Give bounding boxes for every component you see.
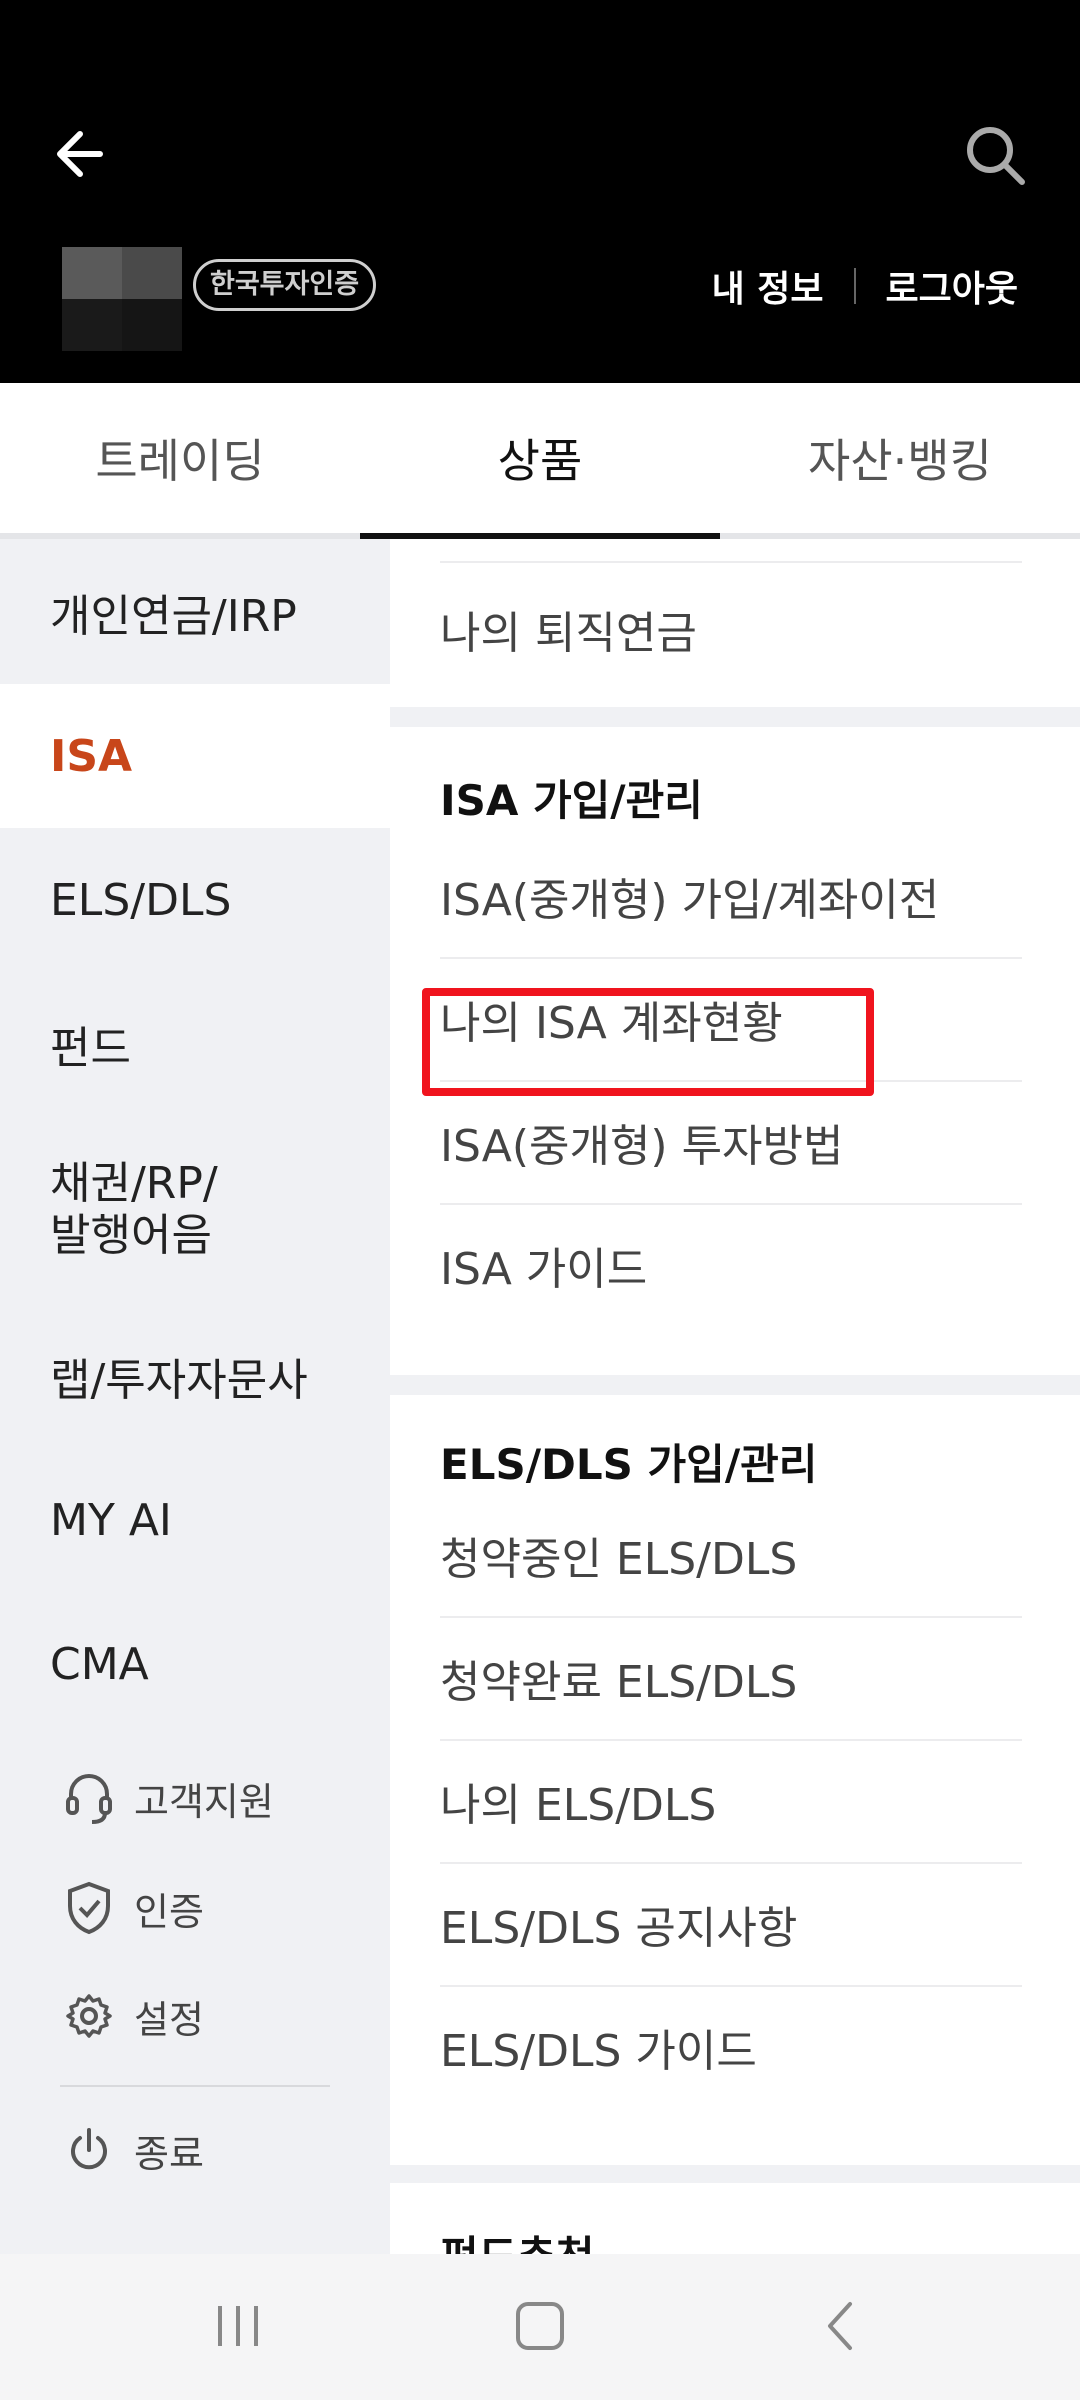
- nav-item-my-ai[interactable]: MY AI: [0, 1448, 390, 1592]
- utility-divider: [60, 2085, 330, 2087]
- menu-content: 나의 퇴직연금 ISA 가입/관리 ISA(중개형) 가입/계좌이전 나의 IS…: [390, 539, 1080, 2254]
- els-subscribing-link[interactable]: 청약중인 ELS/DLS: [440, 1493, 1022, 1618]
- isa-invest-method-link[interactable]: ISA(중개형) 투자방법: [440, 1080, 1022, 1205]
- nav-item-wrap-advisory[interactable]: 랩/투자자문사: [0, 1304, 390, 1448]
- system-nav-bar: [0, 2254, 1080, 2400]
- fund-section-title: 펀드추천: [440, 2223, 595, 2254]
- nav-item-cma[interactable]: CMA: [0, 1592, 390, 1736]
- avatar: [62, 247, 182, 351]
- settings-button[interactable]: 설정: [64, 1988, 204, 2044]
- cert-badge: 한국투자인증: [193, 259, 377, 311]
- my-info-link[interactable]: 내 정보: [712, 260, 824, 312]
- my-isa-account-link[interactable]: 나의 ISA 계좌현황: [440, 957, 1022, 1082]
- isa-guide-link[interactable]: ISA 가이드: [440, 1203, 1022, 1326]
- header-divider: [853, 268, 856, 304]
- recent-apps-icon[interactable]: [178, 2276, 298, 2376]
- main-tabs: 트레이딩 상품 자산·뱅킹: [0, 383, 1080, 539]
- isa-join-transfer-link[interactable]: ISA(중개형) 가입/계좌이전: [440, 834, 1022, 959]
- power-icon: [71, 2128, 107, 2170]
- exit-label: 종료: [134, 2131, 204, 2176]
- els-notice-link[interactable]: ELS/DLS 공지사항: [440, 1862, 1022, 1987]
- my-retirement-pension-link[interactable]: 나의 퇴직연금: [440, 579, 1022, 679]
- isa-card: ISA 가입/관리 ISA(중개형) 가입/계좌이전 나의 ISA 계좌현황 I…: [390, 727, 1080, 1375]
- tab-trading[interactable]: 트레이딩: [0, 383, 360, 533]
- tab-assets-banking[interactable]: 자산·뱅킹: [720, 383, 1080, 533]
- els-guide-link[interactable]: ELS/DLS 가이드: [440, 1985, 1022, 2108]
- support-button[interactable]: 고객지원: [64, 1770, 274, 1826]
- settings-label: 설정: [134, 1997, 204, 2042]
- row-divider: [440, 561, 1022, 563]
- gear-icon: [66, 1994, 112, 2038]
- search-icon[interactable]: [956, 116, 1036, 196]
- headset-icon: [66, 1774, 112, 1824]
- shield-check-icon: [68, 1881, 110, 1935]
- tab-products[interactable]: 상품: [360, 383, 720, 539]
- exit-button[interactable]: 종료: [64, 2122, 204, 2178]
- nav-item-els-dls[interactable]: ELS/DLS: [0, 828, 390, 972]
- back-arrow-icon[interactable]: [48, 118, 120, 190]
- els-section-title: ELS/DLS 가입/관리: [440, 1440, 818, 1489]
- nav-item-fund[interactable]: 펀드: [0, 972, 390, 1116]
- nav-item-bond-rp[interactable]: 채권/RP/ 발행어음: [0, 1116, 390, 1304]
- auth-label: 인증: [134, 1889, 204, 1934]
- nav-item-pension-irp[interactable]: 개인연금/IRP: [0, 539, 390, 684]
- pension-card: 나의 퇴직연금: [390, 539, 1080, 707]
- auth-button[interactable]: 인증: [64, 1880, 204, 1936]
- my-els-link[interactable]: 나의 ELS/DLS: [440, 1739, 1022, 1864]
- support-label: 고객지원: [134, 1779, 274, 1824]
- els-card: ELS/DLS 가입/관리 청약중인 ELS/DLS 청약완료 ELS/DLS …: [390, 1395, 1080, 2165]
- isa-section-title: ISA 가입/관리: [440, 776, 703, 825]
- app-header: 한국투자인증 내 정보 로그아웃: [0, 0, 1080, 383]
- back-icon[interactable]: [782, 2276, 902, 2376]
- home-icon[interactable]: [480, 2276, 600, 2376]
- els-subscribed-link[interactable]: 청약완료 ELS/DLS: [440, 1616, 1022, 1741]
- logout-link[interactable]: 로그아웃: [886, 260, 1018, 312]
- nav-item-isa[interactable]: ISA: [0, 684, 390, 828]
- fund-card: 펀드추천: [390, 2183, 1080, 2254]
- header-links: 내 정보 로그아웃: [712, 258, 1018, 314]
